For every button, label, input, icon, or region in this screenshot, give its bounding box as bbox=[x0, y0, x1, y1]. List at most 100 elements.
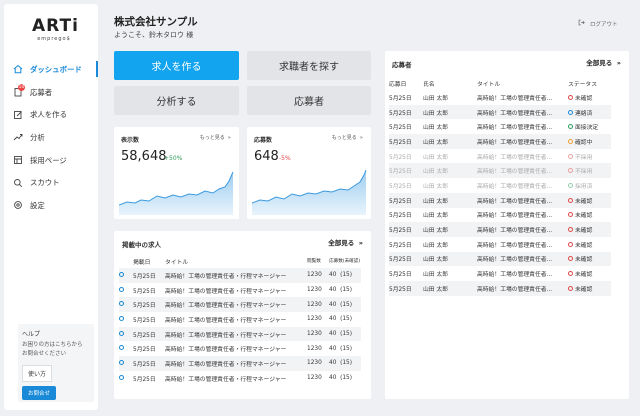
applicant-status: 未確認 bbox=[568, 222, 611, 237]
applicant-name[interactable]: 山田 太郎 bbox=[423, 119, 477, 134]
job-title[interactable]: 高時給！工場の管理責任者・行程マネージャー bbox=[165, 341, 307, 356]
table-row[interactable]: 5月25日 山田 太郎 高時給！工場の管理責任者... 未確認 bbox=[389, 208, 611, 223]
status-icon bbox=[568, 168, 573, 174]
row-radio[interactable] bbox=[119, 371, 133, 386]
table-row[interactable]: 5月25日 高時給！工場の管理責任者・行程マネージャー 1230 40 (15) bbox=[119, 268, 361, 283]
sidebar-item-label: 応募者 bbox=[30, 87, 53, 97]
job-applications: 40 (15) bbox=[329, 316, 352, 323]
applicant-name[interactable]: 山田 太郎 bbox=[423, 208, 477, 223]
applicant-name[interactable]: 山田 太郎 bbox=[423, 104, 477, 120]
table-row[interactable]: 5月25日 高時給！工場の管理責任者・行程マネージャー 1230 40 (15) bbox=[119, 326, 361, 342]
sidebar-item-analytics[interactable]: 分析 bbox=[4, 126, 98, 149]
job-title[interactable]: 高時給！工場の管理責任者・行程マネージャー bbox=[165, 371, 307, 386]
applicant-status: 連絡済 bbox=[568, 104, 611, 120]
table-row[interactable]: 5月25日 高時給！工場の管理責任者・行程マネージャー 1230 40 (15) bbox=[119, 312, 361, 327]
column-header: 閲覧数 bbox=[307, 259, 321, 264]
sidebar-item-settings[interactable]: 設定 bbox=[4, 194, 98, 217]
table-row[interactable]: 5月25日 山田 太郎 高時給！工場の管理責任者... 採用済 bbox=[389, 178, 611, 193]
job-date: 5月25日 bbox=[133, 288, 156, 295]
sidebar-item-applicants[interactable]: 10 応募者 bbox=[4, 81, 98, 104]
applicant-name[interactable]: 山田 太郎 bbox=[423, 237, 477, 252]
job-views: 1230 bbox=[307, 297, 329, 313]
applicant-name[interactable]: 山田 太郎 bbox=[423, 251, 477, 267]
job-applications: 40 (15) bbox=[329, 375, 352, 382]
table-row[interactable]: 5月25日 山田 太郎 高時給！工場の管理責任者... 確認中 bbox=[389, 134, 611, 149]
stat-label: 応募数 bbox=[254, 137, 273, 144]
sidebar-item-dashboard[interactable]: ダッシュボード bbox=[4, 58, 98, 81]
table-row[interactable]: 5月25日 山田 太郎 高時給！工場の管理責任者... 未確認 bbox=[389, 266, 611, 281]
contact-button[interactable]: お問合せ bbox=[22, 386, 56, 400]
status-icon bbox=[568, 212, 573, 218]
find-candidates-button[interactable]: 求職者を探す bbox=[247, 51, 371, 80]
table-row[interactable]: 5月25日 山田 太郎 高時給！工場の管理責任者... 未確認 bbox=[389, 237, 611, 252]
applicant-job-title: 高時給！工場の管理責任者... bbox=[477, 251, 568, 267]
row-radio[interactable] bbox=[119, 283, 133, 298]
table-row[interactable]: 5月25日 山田 太郎 高時給！工場の管理責任者... 未確認 bbox=[389, 90, 611, 105]
create-job-button[interactable]: 求人を作る bbox=[114, 51, 239, 80]
applicant-status: 未確認 bbox=[568, 251, 611, 267]
job-title[interactable]: 高時給！工場の管理責任者・行程マネージャー bbox=[165, 326, 307, 342]
radio-dot-icon bbox=[119, 330, 124, 336]
column-header: 応募日 bbox=[389, 82, 407, 88]
table-row[interactable]: 5月25日 高時給！工場の管理責任者・行程マネージャー 1230 40 (15) bbox=[119, 356, 361, 371]
table-row[interactable]: 5月25日 山田 太郎 高時給！工場の管理責任者... 不採用 bbox=[389, 149, 611, 164]
table-row[interactable]: 5月25日 山田 太郎 高時給！工場の管理責任者... 不採用 bbox=[389, 163, 611, 179]
table-row[interactable]: 5月25日 山田 太郎 高時給！工場の管理責任者... 未確認 bbox=[389, 222, 611, 237]
applicant-name[interactable]: 山田 太郎 bbox=[423, 178, 477, 193]
applicant-name[interactable]: 山田 太郎 bbox=[423, 266, 477, 281]
job-title[interactable]: 高時給！工場の管理責任者・行程マネージャー bbox=[165, 356, 307, 371]
applicant-name[interactable]: 山田 太郎 bbox=[423, 90, 477, 105]
status-icon bbox=[568, 124, 573, 130]
table-row[interactable]: 5月25日 山田 太郎 高時給！工場の管理責任者... 連絡済 bbox=[389, 104, 611, 120]
table-row[interactable]: 5月25日 高時給！工場の管理責任者・行程マネージャー 1230 40 (15) bbox=[119, 341, 361, 356]
row-radio[interactable] bbox=[119, 326, 133, 342]
job-date: 5月25日 bbox=[133, 268, 165, 283]
brand-logo[interactable]: ARTi emprego$ bbox=[32, 18, 78, 46]
stat-delta: -5% bbox=[279, 155, 291, 162]
applicant-name[interactable]: 山田 太郎 bbox=[423, 192, 477, 208]
applicant-name[interactable]: 山田 太郎 bbox=[423, 222, 477, 237]
job-title[interactable]: 高時給！工場の管理責任者・行程マネージャー bbox=[165, 312, 307, 327]
status-icon bbox=[568, 138, 573, 144]
job-title[interactable]: 高時給！工場の管理責任者・行程マネージャー bbox=[165, 268, 307, 283]
stat-more-link[interactable]: もっと見る » bbox=[200, 134, 231, 141]
table-row[interactable]: 5月25日 山田 太郎 高時給！工場の管理責任者... 未確認 bbox=[389, 280, 611, 296]
help-title: ヘルプ bbox=[22, 331, 41, 338]
applicant-name[interactable]: 山田 太郎 bbox=[423, 134, 477, 149]
applicant-status: 確認中 bbox=[568, 134, 611, 149]
table-row[interactable]: 5月25日 高時給！工場の管理責任者・行程マネージャー 1230 40 (15) bbox=[119, 283, 361, 298]
applicant-name[interactable]: 山田 太郎 bbox=[423, 149, 477, 164]
job-title[interactable]: 高時給！工場の管理責任者・行程マネージャー bbox=[165, 283, 307, 298]
guide-button[interactable]: 使い方 bbox=[22, 365, 53, 382]
applicants-see-all-link[interactable]: 全部見る » bbox=[586, 57, 621, 67]
sidebar-item-scout[interactable]: スカウト bbox=[4, 171, 98, 194]
table-row[interactable]: 5月25日 山田 太郎 高時給！工場の管理責任者... 未確認 bbox=[389, 251, 611, 267]
applicant-job-title: 高時給！工場の管理責任者... bbox=[477, 104, 568, 120]
logout-link[interactable]: ログアウト bbox=[578, 19, 618, 28]
applicant-date: 5月25日 bbox=[389, 251, 423, 267]
sidebar-item-label: 設定 bbox=[30, 200, 45, 210]
sidebar-item-create-job[interactable]: 求人を作る bbox=[4, 103, 98, 126]
stat-more-link[interactable]: もっと見る » bbox=[332, 134, 363, 141]
applicant-name[interactable]: 山田 太郎 bbox=[423, 163, 477, 179]
job-date: 5月25日 bbox=[133, 297, 165, 313]
applicants-table-header: 応募日 氏名 タイトル ステータス bbox=[389, 77, 611, 90]
jobs-see-all-link[interactable]: 全部見る » bbox=[328, 237, 363, 247]
applicant-name[interactable]: 山田 太郎 bbox=[423, 280, 477, 296]
applicant-job-title: 高時給！工場の管理責任者... bbox=[477, 242, 553, 249]
job-title[interactable]: 高時給！工場の管理責任者・行程マネージャー bbox=[165, 297, 307, 313]
table-row[interactable]: 5月25日 山田 太郎 高時給！工場の管理責任者... 面接決定 bbox=[389, 119, 611, 134]
table-row[interactable]: 5月25日 山田 太郎 高時給！工場の管理責任者... 未確認 bbox=[389, 192, 611, 208]
applicant-status: 不採用 bbox=[568, 149, 611, 164]
row-radio[interactable] bbox=[119, 312, 133, 327]
analyze-button[interactable]: 分析する bbox=[114, 86, 239, 115]
sidebar-item-recruit-page[interactable]: 採用ページ bbox=[4, 149, 98, 172]
applicants-button[interactable]: 応募者 bbox=[247, 86, 371, 115]
column-header: 氏名 bbox=[423, 82, 435, 88]
row-radio[interactable] bbox=[119, 341, 133, 356]
table-row[interactable]: 5月25日 高時給！工場の管理責任者・行程マネージャー 1230 40 (15) bbox=[119, 297, 361, 313]
table-row[interactable]: 5月25日 高時給！工場の管理責任者・行程マネージャー 1230 40 (15) bbox=[119, 371, 361, 386]
row-radio[interactable] bbox=[119, 268, 133, 283]
row-radio[interactable] bbox=[119, 356, 133, 371]
row-radio[interactable] bbox=[119, 297, 133, 313]
